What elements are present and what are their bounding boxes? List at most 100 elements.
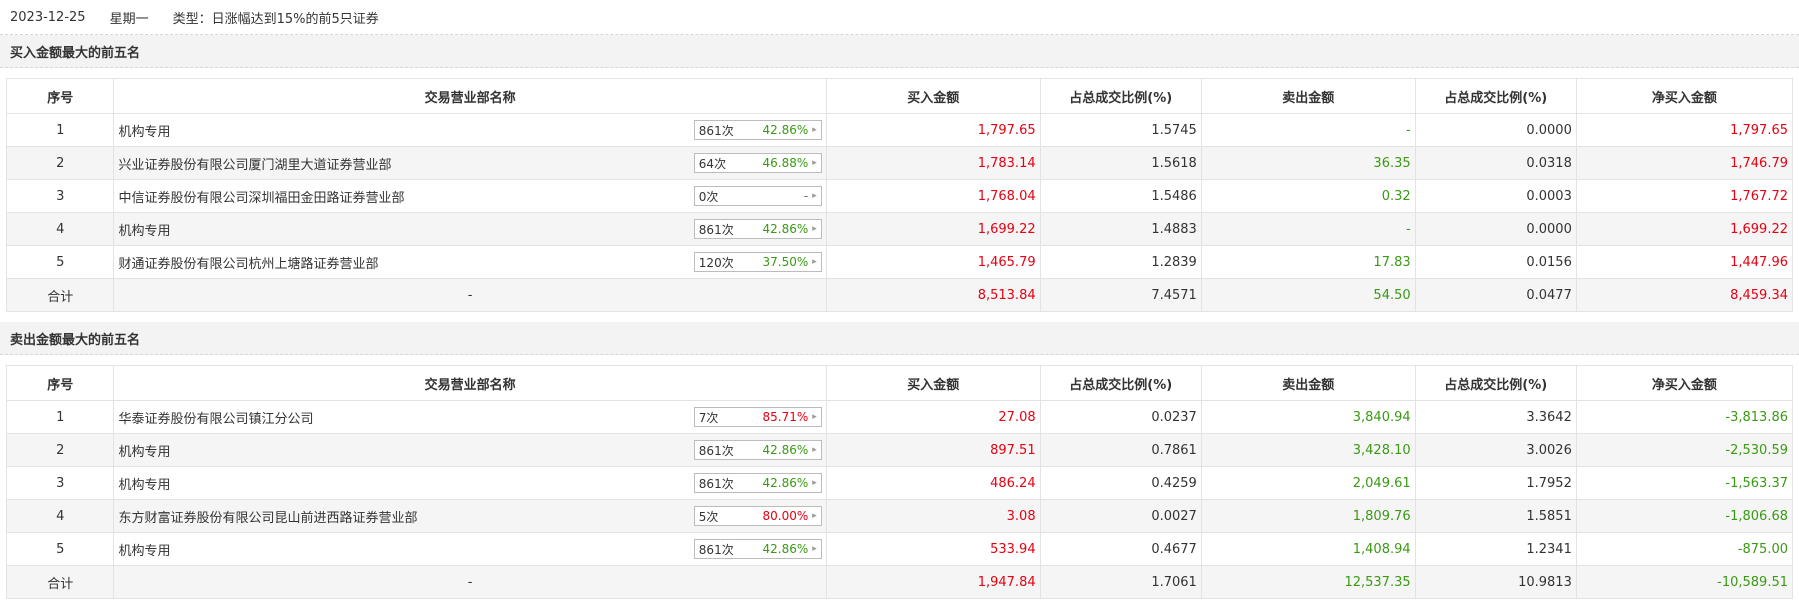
table-row: 2 兴业证券股份有限公司厦门湖里大道证券营业部 64次 46.88% ▸ 1,783.14… (5, 146, 1794, 180)
branch-stats-dropdown[interactable]: 861次 42.86% ▸ (693, 539, 822, 559)
caret-right-icon: ▸ (812, 412, 817, 422)
branch-stats-dropdown[interactable]: 861次 42.86% ▸ (693, 440, 822, 460)
win-rate: 37.50% (762, 255, 809, 269)
rank-cell: 2 (5, 433, 115, 467)
column-header: 交易营业部名称 (113, 78, 827, 114)
appearance-count: 120次 (698, 255, 734, 270)
column-header: 卖出金额 (1200, 78, 1416, 114)
buy-amount-cell: 1,768.04 (825, 179, 1041, 213)
rank-cell: 3 (5, 466, 115, 500)
table-row: 5 机构专用 861次 42.86% ▸ 533.94 0.4677 1,408.94 1.23… (5, 532, 1794, 566)
branch-cell-content: 东方财富证券股份有限公司昆山前进西路证券营业部 5次 80.00% ▸ (118, 506, 822, 526)
table-row: 3 中信证券股份有限公司深圳福田金田路证券营业部 0次 - ▸ 1,768.04 1.548… (5, 179, 1794, 213)
sell-section-title: 卖出金额最大的前五名 (0, 322, 1799, 355)
total-sell-amount: 12,537.35 (1200, 565, 1416, 599)
sell-ratio-cell: 0.0318 (1414, 146, 1577, 180)
buy-ratio-cell: 1.5618 (1039, 146, 1202, 180)
branch-cell: 财通证券股份有限公司杭州上塘路证券营业部 120次 37.50% ▸ (113, 245, 827, 279)
net-buy-cell: -875.00 (1575, 532, 1794, 566)
branch-stats-dropdown[interactable]: 861次 42.86% ▸ (693, 219, 822, 239)
buy-table-header: 序号 交易营业部名称 买入金额 占总成交比例(%) 卖出金额 占总成交比例(%) 净买入金额 (5, 78, 1794, 114)
branch-stats-dropdown[interactable]: 64次 46.88% ▸ (693, 153, 822, 173)
caret-right-icon: ▸ (812, 158, 817, 168)
appearance-count: 7次 (698, 410, 719, 425)
buy-amount-cell: 27.08 (825, 400, 1041, 434)
win-rate: 42.86% (762, 222, 809, 236)
total-buy-amount: 8,513.84 (825, 278, 1041, 312)
sell-amount-cell: 17.83 (1200, 245, 1416, 279)
sell-amount-cell: 1,809.76 (1200, 499, 1416, 533)
sell-amount-cell: 36.35 (1200, 146, 1416, 180)
sell-amount-cell: 3,428.10 (1200, 433, 1416, 467)
caret-right-icon: ▸ (812, 257, 817, 267)
column-header: 交易营业部名称 (113, 365, 827, 401)
weekday-text: 星期一 (109, 11, 149, 27)
branch-stats-dropdown[interactable]: 861次 42.86% ▸ (693, 120, 822, 140)
buy-ratio-cell: 0.4677 (1039, 532, 1202, 566)
column-header: 占总成交比例(%) (1414, 78, 1577, 114)
branch-stats-dropdown[interactable]: 120次 37.50% ▸ (693, 252, 822, 272)
win-rate: 46.88% (762, 156, 809, 170)
branch-cell: 华泰证券股份有限公司镇江分公司 7次 85.71% ▸ (113, 400, 827, 434)
table-row: 1 华泰证券股份有限公司镇江分公司 7次 85.71% ▸ 27.08 0.0237 3,84… (5, 400, 1794, 434)
buy-ratio-cell: 0.7861 (1039, 433, 1202, 467)
branch-name[interactable]: 机构专用 (118, 220, 170, 239)
total-net-buy: -10,589.51 (1575, 565, 1794, 599)
sell-amount-cell: 2,049.61 (1200, 466, 1416, 500)
branch-name[interactable]: 中信证券股份有限公司深圳福田金田路证券营业部 (118, 187, 404, 206)
branch-cell: 机构专用 861次 42.86% ▸ (113, 212, 827, 246)
buy-amount-cell: 1,797.65 (825, 113, 1041, 147)
branch-cell: 机构专用 861次 42.86% ▸ (113, 532, 827, 566)
branch-cell-content: 兴业证券股份有限公司厦门湖里大道证券营业部 64次 46.88% ▸ (118, 153, 822, 173)
column-header: 净买入金额 (1575, 365, 1794, 401)
branch-name[interactable]: 机构专用 (118, 540, 170, 559)
sell-ratio-cell: 3.0026 (1414, 433, 1577, 467)
branch-name[interactable]: 兴业证券股份有限公司厦门湖里大道证券营业部 (118, 154, 391, 173)
sell-amount-cell: - (1200, 212, 1416, 246)
buy-ratio-cell: 0.0237 (1039, 400, 1202, 434)
net-buy-cell: -1,563.37 (1575, 466, 1794, 500)
column-header: 占总成交比例(%) (1039, 78, 1202, 114)
branch-stats-dropdown[interactable]: 861次 42.86% ▸ (693, 473, 822, 493)
buy-ratio-cell: 0.4259 (1039, 466, 1202, 500)
sell-ratio-cell: 0.0000 (1414, 113, 1577, 147)
branch-cell-content: 机构专用 861次 42.86% ▸ (118, 473, 822, 493)
win-rate: 85.71% (762, 410, 809, 424)
sell-ratio-cell: 3.3642 (1414, 400, 1577, 434)
rank-cell: 1 (5, 400, 115, 434)
branch-name[interactable]: 华泰证券股份有限公司镇江分公司 (118, 408, 313, 427)
buy-amount-cell: 1,783.14 (825, 146, 1041, 180)
appearance-count: 861次 (698, 123, 734, 138)
branch-cell: 机构专用 861次 42.86% ▸ (113, 433, 827, 467)
rank-cell: 5 (5, 245, 115, 279)
buy-ratio-cell: 1.5745 (1039, 113, 1202, 147)
branch-name[interactable]: 东方财富证券股份有限公司昆山前进西路证券营业部 (118, 507, 417, 526)
branch-stats-dropdown[interactable]: 0次 - ▸ (693, 186, 822, 206)
appearance-count: 861次 (698, 443, 734, 458)
rank-cell: 5 (5, 532, 115, 566)
buy-amount-cell: 3.08 (825, 499, 1041, 533)
branch-name[interactable]: 机构专用 (118, 474, 170, 493)
branch-name[interactable]: 财通证券股份有限公司杭州上塘路证券营业部 (118, 253, 378, 272)
column-header: 净买入金额 (1575, 78, 1794, 114)
table-row: 1 机构专用 861次 42.86% ▸ 1,797.65 1.5745-0.0000 1,7… (5, 113, 1794, 147)
branch-name[interactable]: 机构专用 (118, 121, 170, 140)
buy-ratio-cell: 0.0027 (1039, 499, 1202, 533)
net-buy-cell: -1,806.68 (1575, 499, 1794, 533)
sell-ratio-cell: 1.2341 (1414, 532, 1577, 566)
top-bar: 2023-12-25 星期一 类型：日涨幅达到15%的前5只证券 (0, 0, 1799, 35)
sell-amount-cell: 1,408.94 (1200, 532, 1416, 566)
appearance-count: 64次 (698, 156, 727, 171)
branch-stats-dropdown[interactable]: 5次 80.00% ▸ (693, 506, 822, 526)
caret-right-icon: ▸ (812, 445, 817, 455)
column-header: 占总成交比例(%) (1414, 365, 1577, 401)
branch-stats-dropdown[interactable]: 7次 85.71% ▸ (693, 407, 822, 427)
win-rate: 80.00% (762, 509, 809, 523)
sell-amount-cell: 3,840.94 (1200, 400, 1416, 434)
sell-ratio-cell: 0.0003 (1414, 179, 1577, 213)
total-buy-ratio: 7.4571 (1039, 278, 1202, 312)
win-rate: 42.86% (762, 542, 809, 556)
column-header: 占总成交比例(%) (1039, 365, 1202, 401)
buy-amount-cell: 1,699.22 (825, 212, 1041, 246)
branch-name[interactable]: 机构专用 (118, 441, 170, 460)
